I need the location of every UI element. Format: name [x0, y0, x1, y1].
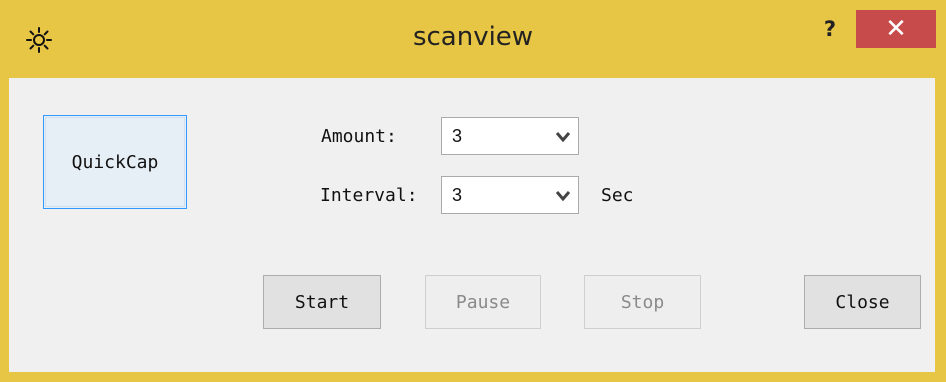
- interval-unit-label: Sec: [601, 185, 634, 206]
- interval-value: 3: [452, 185, 463, 205]
- amount-label: Amount:: [321, 126, 397, 147]
- pause-button[interactable]: Pause: [425, 275, 541, 329]
- amount-combobox[interactable]: 3: [441, 117, 579, 155]
- dialog-body: QuickCap Amount: 3 Interval: 3 Sec Start…: [9, 78, 935, 372]
- window-title: scanview: [412, 22, 534, 52]
- chevron-down-icon[interactable]: [552, 125, 574, 147]
- start-button[interactable]: Start: [263, 275, 381, 329]
- interval-label: Interval:: [320, 185, 418, 206]
- close-button[interactable]: Close: [804, 275, 921, 329]
- scanview-window: scanview ? ✕ QuickCap Amount: 3 Interval…: [0, 0, 946, 382]
- stop-button[interactable]: Stop: [584, 275, 701, 329]
- window-close-button[interactable]: ✕: [856, 10, 936, 48]
- title-bar[interactable]: scanview ? ✕: [0, 0, 946, 78]
- amount-value: 3: [452, 126, 463, 146]
- interval-combobox[interactable]: 3: [441, 176, 579, 214]
- quickcap-button[interactable]: QuickCap: [43, 115, 187, 209]
- help-button[interactable]: ?: [810, 12, 850, 48]
- chevron-down-icon[interactable]: [552, 184, 574, 206]
